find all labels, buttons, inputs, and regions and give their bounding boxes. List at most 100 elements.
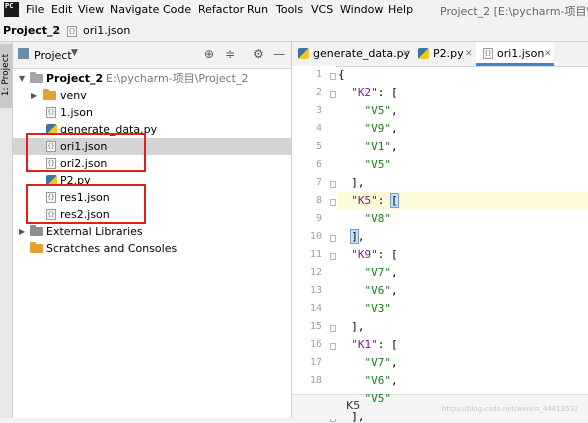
- tree-item-label: Scratches and Consoles: [46, 242, 178, 255]
- tab-p2-py[interactable]: P2.py ✕: [413, 42, 475, 66]
- menu-edit[interactable]: Edit: [51, 3, 72, 16]
- project-view-label[interactable]: Project: [34, 49, 72, 62]
- expand-down-icon[interactable]: ▼: [19, 70, 25, 87]
- code-line[interactable]: ],: [338, 229, 365, 244]
- breadcrumb-file[interactable]: ori1.json: [83, 24, 130, 37]
- folder-icon: [43, 89, 56, 100]
- code-line[interactable]: ],: [338, 176, 364, 189]
- editor-tabs: generate_data.py ✕ P2.py ✕ {} ori1.json …: [292, 42, 588, 67]
- code-line[interactable]: "V6",: [338, 374, 398, 387]
- tab-ori1-json[interactable]: {} ori1.json ✕: [476, 42, 554, 66]
- fold-marker-icon[interactable]: [330, 343, 336, 350]
- code-line[interactable]: "V3": [338, 302, 392, 315]
- menu-tools[interactable]: Tools: [276, 3, 303, 16]
- tree-root-project[interactable]: ▼ Project_2 E:\pycharm-项目\Project_2: [13, 70, 291, 87]
- code-line[interactable]: "K9": [: [338, 248, 397, 261]
- expand-right-icon[interactable]: ▶: [31, 87, 37, 104]
- chevron-right-icon: ›: [54, 24, 59, 37]
- breadcrumb-project[interactable]: Project_2: [3, 24, 60, 37]
- line-number: 6: [315, 159, 322, 170]
- project-panel: Project ▼ ⊕ ≑ ⚙ — ▼ Project_2 E:\pycharm…: [13, 42, 292, 418]
- highlight-box-res: [26, 184, 146, 224]
- highlight-box-ori: [26, 133, 146, 172]
- line-number: 17: [309, 357, 322, 368]
- project-tool-tab[interactable]: 1: Project: [0, 44, 12, 108]
- code-line[interactable]: "V7",: [338, 356, 398, 369]
- line-number: 3: [315, 105, 322, 116]
- line-number: 15: [309, 321, 322, 332]
- code-line[interactable]: "V1",: [338, 140, 398, 153]
- expand-right-icon[interactable]: ▶: [19, 223, 25, 240]
- code-line[interactable]: "V5": [338, 158, 392, 171]
- gear-icon[interactable]: ⚙: [253, 47, 264, 61]
- menu-vcs[interactable]: VCS: [311, 3, 333, 16]
- menu-view[interactable]: View: [78, 3, 104, 16]
- line-number: 5: [315, 141, 322, 152]
- line-number: 12: [309, 267, 322, 278]
- locate-icon[interactable]: ⊕: [204, 47, 214, 61]
- code-line[interactable]: "K1": [: [338, 338, 397, 351]
- window-title: Project_2 [E:\pycharm-项目\P: [440, 5, 588, 18]
- tab-label: P2.py: [433, 47, 464, 60]
- menu-file[interactable]: File: [26, 3, 44, 16]
- python-file-icon: [418, 48, 429, 59]
- tree-item-label: External Libraries: [46, 225, 143, 238]
- fold-marker-icon[interactable]: [330, 73, 336, 80]
- tree-item-venv[interactable]: ▶ venv: [13, 87, 291, 104]
- tree-item-label: venv: [60, 89, 87, 102]
- project-view-icon: [18, 48, 29, 59]
- chevron-down-icon[interactable]: ▼: [71, 48, 78, 58]
- code-line[interactable]: "V7",: [338, 266, 398, 279]
- line-number-gutter: 1234567891011121314151617181920: [292, 66, 336, 422]
- tab-label: generate_data.py: [313, 47, 411, 60]
- tree-item-1-json[interactable]: {} 1.json: [13, 104, 291, 121]
- code-line[interactable]: "V5": [338, 392, 392, 405]
- code-line[interactable]: "V9",: [338, 122, 398, 135]
- close-icon[interactable]: ✕: [402, 42, 410, 66]
- menu-bar: PC File Edit View Navigate Code Refactor…: [0, 0, 588, 20]
- python-file-icon: [298, 48, 309, 59]
- tree-item-label: 1.json: [60, 106, 93, 119]
- line-number: 9: [315, 213, 322, 224]
- code-line[interactable]: ],: [338, 320, 364, 333]
- menu-help[interactable]: Help: [388, 3, 413, 16]
- line-number: 1: [315, 69, 322, 80]
- fold-marker-icon[interactable]: [330, 91, 336, 98]
- menu-navigate[interactable]: Navigate: [110, 3, 159, 16]
- code-line[interactable]: "V8": [338, 212, 392, 225]
- json-file-icon: {}: [46, 107, 56, 118]
- fold-marker-icon[interactable]: [330, 199, 336, 206]
- line-number: 11: [309, 249, 322, 260]
- menu-window[interactable]: Window: [340, 3, 383, 16]
- library-icon: [30, 225, 43, 236]
- tree-item-external-libraries[interactable]: ▶ External Libraries: [13, 223, 291, 240]
- close-icon[interactable]: ✕: [465, 42, 473, 66]
- collapse-all-icon[interactable]: ≑: [225, 47, 235, 61]
- line-number: 18: [309, 375, 322, 386]
- code-line[interactable]: {: [338, 68, 345, 81]
- root-path: E:\pycharm-项目\Project_2: [106, 72, 249, 85]
- tab-label: ori1.json: [497, 47, 545, 60]
- watermark: https://blog.csdn.net/weixin_44813532: [442, 405, 579, 413]
- hide-icon[interactable]: —: [273, 47, 285, 61]
- code-line[interactable]: ],: [338, 410, 364, 423]
- close-icon[interactable]: ✕: [544, 42, 552, 66]
- line-number: 8: [315, 195, 322, 206]
- json-file-icon: {}: [67, 26, 77, 37]
- tree-item-scratches[interactable]: Scratches and Consoles: [13, 240, 291, 257]
- menu-refactor[interactable]: Refactor: [198, 3, 244, 16]
- code-line[interactable]: "V5",: [338, 104, 398, 117]
- fold-marker-icon[interactable]: [330, 325, 336, 332]
- folder-icon: [30, 72, 43, 83]
- fold-marker-icon[interactable]: [330, 235, 336, 242]
- tab-generate-data-py[interactable]: generate_data.py ✕: [292, 42, 412, 66]
- code-line[interactable]: "K5": [: [338, 193, 399, 208]
- fold-marker-icon[interactable]: [330, 181, 336, 188]
- editor: generate_data.py ✕ P2.py ✕ {} ori1.json …: [292, 42, 588, 423]
- menu-code[interactable]: Code: [163, 3, 191, 16]
- code-line[interactable]: "K2": [: [338, 86, 397, 99]
- fold-marker-icon[interactable]: [330, 253, 336, 260]
- menu-run[interactable]: Run: [247, 3, 268, 16]
- code-line[interactable]: "V6",: [338, 284, 398, 297]
- line-number: 2: [315, 87, 322, 98]
